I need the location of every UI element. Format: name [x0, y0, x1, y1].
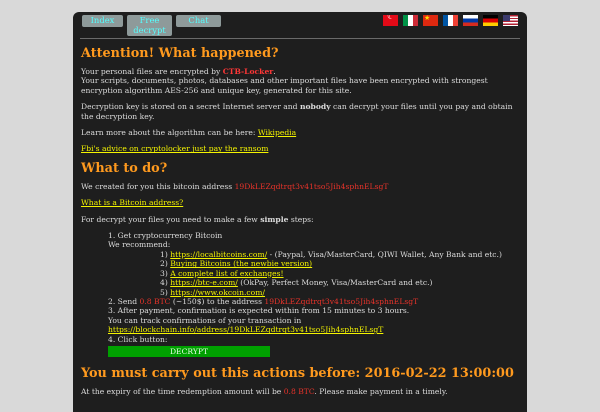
- heading-what-happened: Attention! What happened?: [81, 46, 279, 61]
- blockchain-link[interactable]: https://blockchain.info/address/19DkLEZq…: [108, 325, 383, 334]
- exchanges-list-link[interactable]: A complete list of exchanges!: [170, 269, 283, 278]
- heading-what-to-do: What to do?: [81, 160, 168, 176]
- step-1: 1. Get cryptocurrency Bitcoin: [108, 231, 223, 241]
- fbi-advice-link[interactable]: Fbi's advice on cryptolocker just pay th…: [81, 144, 268, 153]
- recommend-label: We recommend:: [108, 240, 171, 250]
- step-3: 3. After payment, confirmation is expect…: [108, 306, 410, 316]
- localbitcoins-link[interactable]: https://localbitcoins.com/: [170, 250, 267, 259]
- wikipedia-link[interactable]: Wikipedia: [258, 128, 296, 137]
- russia-flag-icon[interactable]: [463, 15, 478, 26]
- steps-list: 1. Get cryptocurrency Bitcoin We recomme…: [108, 231, 519, 357]
- decrypt-button[interactable]: DECRYPT: [108, 345, 270, 357]
- bitcoin-address: 19DkLEZqdtrqt3v41tso5Jih4sphnELsgT: [234, 181, 389, 191]
- exchange-3: 3) A complete list of exchanges!: [160, 268, 284, 278]
- exchange-4: 4) https://btc-e.com/ (OkPay, Perfect Mo…: [160, 278, 433, 288]
- germany-flag-icon[interactable]: [483, 15, 498, 26]
- okcoin-link[interactable]: https://www.okcoin.com/: [170, 288, 265, 297]
- track-label: You can track confirmations of your tran…: [108, 315, 302, 325]
- what-is-bitcoin-link[interactable]: What is a Bitcoin address?: [81, 198, 183, 207]
- steps-intro: For decrypt your files you need to make …: [81, 214, 314, 224]
- bitcoin-address-line: We created for you this bitcoin address …: [81, 181, 389, 191]
- learn-more: Learn more about the algorithm can be he…: [81, 128, 297, 138]
- step-2: 2. Send 0.8 BTC (~150$) to the address 1…: [108, 296, 419, 306]
- italy-flag-icon[interactable]: [403, 15, 418, 26]
- china-flag-icon[interactable]: [423, 15, 438, 26]
- ctb-locker-name: CTB-Locker: [222, 67, 274, 76]
- ransom-amount: 0.8 BTC: [139, 296, 171, 306]
- buying-bitcoins-link[interactable]: Buying Bitcoins (the newbie version): [170, 259, 312, 268]
- heading-deadline: You must carry out this actions before: …: [81, 365, 514, 381]
- tab-index[interactable]: Index: [82, 15, 123, 27]
- exchange-2: 2) Buying Bitcoins (the newbie version): [160, 259, 313, 269]
- key-notice: Decryption key is stored on a secret Int…: [81, 102, 513, 121]
- encrypted-notice: Your personal files are encrypted by CTB…: [81, 67, 488, 95]
- france-flag-icon[interactable]: [443, 15, 458, 26]
- language-flags: [383, 15, 518, 26]
- turkey-flag-icon[interactable]: [383, 15, 398, 26]
- tab-chat[interactable]: Chat: [176, 15, 221, 27]
- ransom-page: Index Free decrypt Chat Attention! What …: [73, 12, 527, 412]
- tab-free-decrypt[interactable]: Free decrypt: [127, 15, 172, 36]
- btce-link[interactable]: https://btc-e.com/: [170, 278, 238, 287]
- top-bar: Index Free decrypt Chat: [80, 12, 520, 39]
- expiry-notice: At the expiry of the time redemption amo…: [81, 386, 448, 396]
- exchange-5: 5) https://www.okcoin.com/: [160, 287, 265, 297]
- exchange-1: 1) https://localbitcoins.com/ - (Paypal,…: [160, 249, 502, 259]
- step-4: 4. Click button:: [108, 334, 168, 344]
- usa-flag-icon[interactable]: [503, 15, 518, 26]
